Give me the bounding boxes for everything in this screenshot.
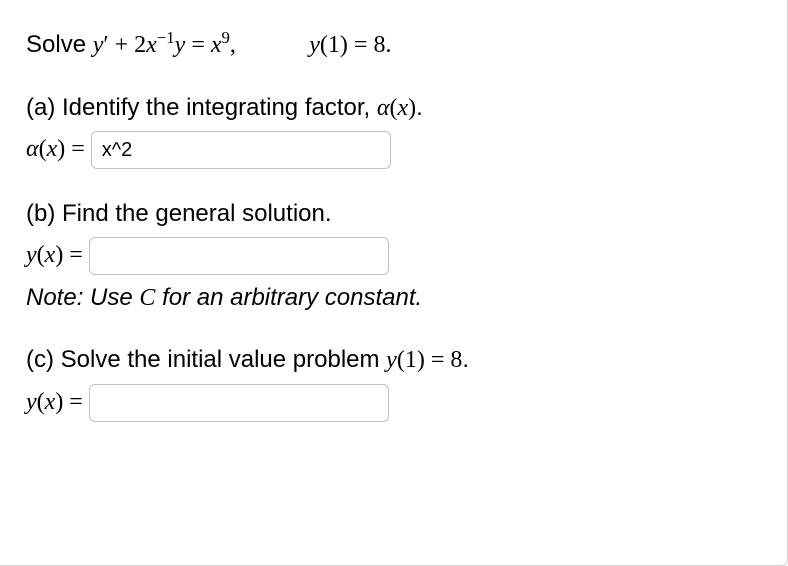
- part-a-prompt: (a) Identify the integrating factor, α(x…: [26, 91, 761, 126]
- part-b: (b) Find the general solution. y(x) = No…: [26, 197, 761, 315]
- y-general-lhs: y(x) =: [26, 239, 83, 273]
- problem-statement: Solve y′ + 2x−1y = x9, y(1) = 8.: [26, 28, 761, 63]
- part-c-prompt: (c) Solve the initial value problem y(1)…: [26, 343, 761, 378]
- arbitrary-constant-note: Note: Use C for an arbitrary constant.: [26, 281, 761, 316]
- alpha-input[interactable]: [91, 131, 391, 169]
- part-c: (c) Solve the initial value problem y(1)…: [26, 343, 761, 422]
- initial-condition: y(1) = 8.: [309, 29, 391, 63]
- part-b-prompt: (b) Find the general solution.: [26, 197, 761, 231]
- y-general-input[interactable]: [89, 237, 389, 275]
- problem-panel: Solve y′ + 2x−1y = x9, y(1) = 8. (a) Ide…: [0, 0, 788, 566]
- alpha-lhs: α(x) =: [26, 133, 85, 167]
- part-a: (a) Identify the integrating factor, α(x…: [26, 91, 761, 170]
- y-ivp-lhs: y(x) =: [26, 386, 83, 420]
- y-ivp-input[interactable]: [89, 384, 389, 422]
- ode-equation: y′ + 2x−1y = x9,: [93, 29, 236, 63]
- solve-prefix: Solve: [26, 31, 93, 58]
